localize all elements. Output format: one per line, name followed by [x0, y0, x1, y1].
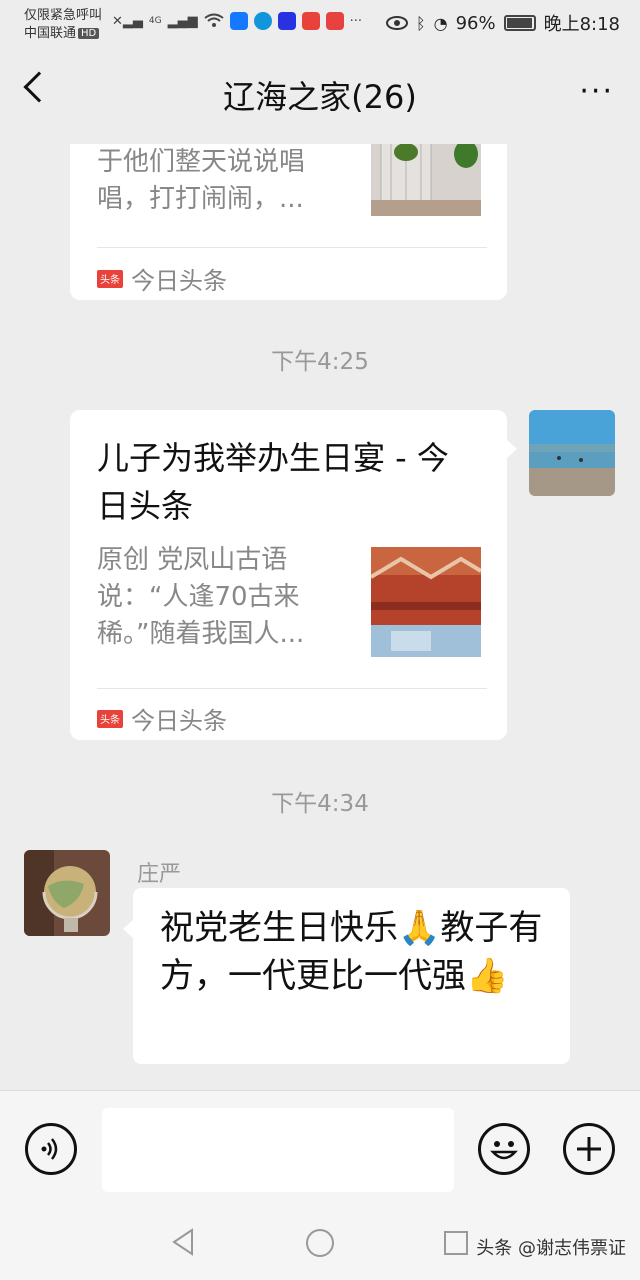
overflow-dots-icon: ···	[349, 13, 362, 29]
smiley-icon	[490, 1141, 518, 1160]
bluetooth-icon: ᛒ	[415, 13, 426, 33]
signal-icon: ▂▄▆	[167, 13, 198, 29]
more-options-icon[interactable]: ···	[579, 74, 614, 109]
chat-header: 辽海之家(26) ···	[0, 44, 640, 144]
message-timestamp: 下午4:25	[271, 349, 369, 375]
source-name: 今日头条	[131, 707, 227, 735]
toutiao-logo-icon: 头条	[97, 269, 123, 288]
article-description: 原创 党凤山古语说：“人逢70古来稀。”随着我国人...	[97, 545, 305, 649]
carrier-name: 中国联通	[24, 26, 77, 41]
article-title: 儿子为我举办生日宴 - 今日头条	[97, 439, 449, 525]
notification-icons: ✕▂▄ 4G ▂▄▆ ···	[112, 10, 362, 32]
voice-input-button[interactable]	[25, 1123, 77, 1175]
system-navigation-bar: 头条 @谢志伟票证	[0, 1200, 640, 1280]
sender-avatar[interactable]	[24, 850, 110, 936]
self-avatar[interactable]	[529, 410, 615, 496]
card-divider	[97, 247, 487, 248]
nav-recents-icon[interactable]	[443, 1230, 469, 1256]
more-functions-button[interactable]	[563, 1123, 615, 1175]
baidu-icon	[277, 12, 296, 30]
plus-icon	[577, 1137, 601, 1161]
eye-icon	[385, 16, 408, 30]
shared-article-card[interactable]: 于他们整天说说唱唱，打打闹闹，... 头条 今日头条	[70, 144, 507, 300]
toutiao-icon	[301, 12, 320, 30]
network-type: 4G	[148, 16, 162, 26]
clock: 晚上8:18	[543, 14, 620, 35]
article-thumbnail	[371, 144, 481, 216]
status-right: ᛒ ◔ 96% 晚上8:18	[385, 10, 620, 36]
no-sim-signal-icon: ✕▂▄	[112, 13, 143, 29]
message-timestamp: 下午4:34	[271, 791, 369, 817]
carrier-text: 中国联通 HD	[24, 22, 100, 41]
wifi-icon	[203, 13, 224, 27]
hd-badge: HD	[78, 28, 100, 39]
card-divider	[97, 688, 487, 689]
toutiao-logo-icon: 头条	[97, 709, 123, 728]
book-app-icon	[325, 12, 344, 30]
emergency-call-text: 仅限紧急呼叫	[24, 8, 103, 23]
chat-title: 辽海之家(26)	[223, 78, 417, 116]
nav-home-icon[interactable]	[305, 1228, 335, 1258]
shared-article-card[interactable]: 儿子为我举办生日宴 - 今日头条 原创 党凤山古语说：“人逢70古来稀。”随着我…	[70, 410, 507, 740]
sender-name: 庄严	[137, 862, 182, 887]
message-text: 祝党老生日快乐🙏教子有方，一代更比一代强👍	[160, 908, 543, 996]
source-name: 今日头条	[131, 267, 227, 295]
teal-app-icon	[253, 12, 272, 30]
nav-back-icon[interactable]	[170, 1228, 196, 1256]
article-description: 于他们整天说说唱唱，打打闹闹，...	[97, 147, 306, 214]
watermark: 头条 @谢志伟票证	[476, 1238, 626, 1259]
status-bar: 仅限紧急呼叫 中国联通 HD ✕▂▄ 4G ▂▄▆ ··· ᛒ ◔ 96% 晚上8…	[0, 0, 640, 44]
chat-messages[interactable]: 于他们整天说说唱唱，打打闹闹，... 头条 今日头条 下午4:25 儿子为我举办…	[0, 144, 640, 1090]
battery-icon	[503, 15, 536, 31]
blue-app-icon	[229, 12, 248, 30]
bubble-tail	[123, 920, 133, 938]
speed-icon: ◔	[433, 13, 448, 33]
battery-percent: 96%	[455, 12, 496, 34]
voice-icon	[41, 1138, 58, 1160]
article-thumbnail	[371, 547, 481, 657]
message-text-input[interactable]	[102, 1108, 454, 1192]
article-source: 头条 今日头条	[97, 701, 227, 736]
emoji-button[interactable]	[478, 1123, 530, 1175]
article-source: 头条 今日头条	[97, 261, 227, 296]
message-input-bar	[0, 1090, 640, 1201]
bubble-tail	[507, 440, 517, 458]
text-message-bubble[interactable]: 祝党老生日快乐🙏教子有方，一代更比一代强👍	[133, 888, 570, 1064]
